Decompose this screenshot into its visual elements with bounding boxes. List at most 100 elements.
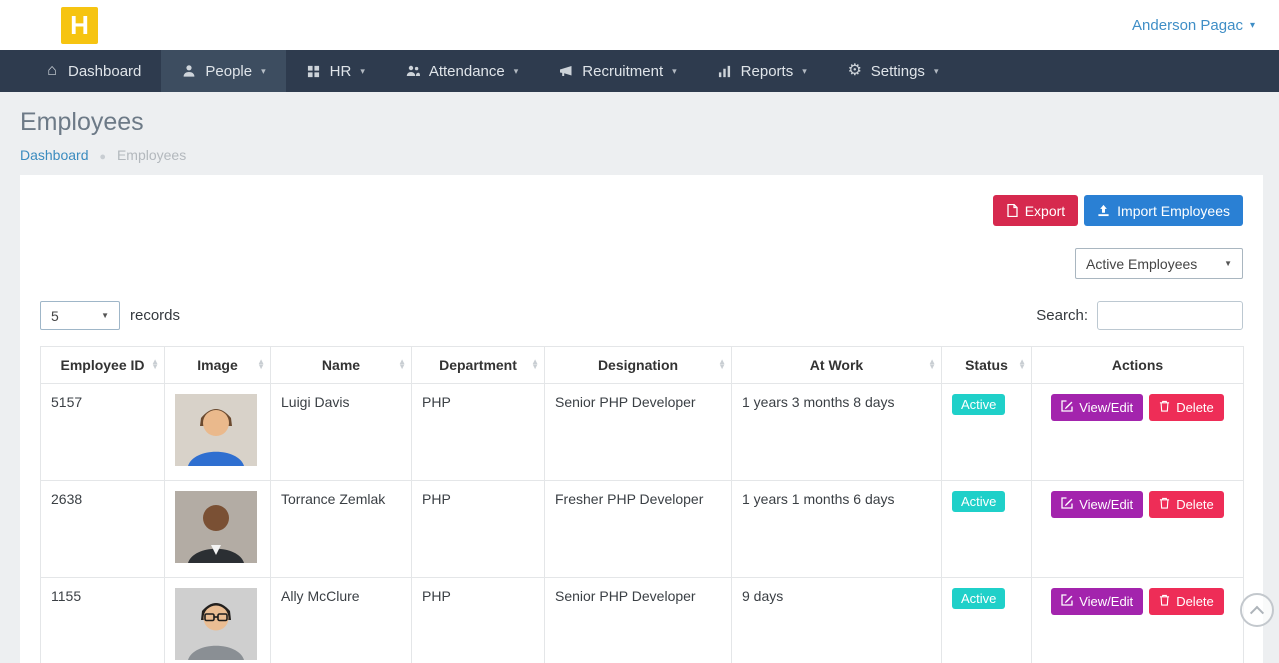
- breadcrumb-dashboard-link[interactable]: Dashboard: [20, 147, 89, 163]
- nav-item-recruitment[interactable]: Recruitment ▾: [538, 50, 696, 92]
- column-header-status[interactable]: Status▲▼: [942, 347, 1032, 384]
- breadcrumb-separator: ●: [99, 151, 106, 163]
- delete-button[interactable]: Delete: [1149, 491, 1224, 518]
- cell-actions: View/Edit Delete: [1032, 481, 1244, 578]
- select-caret-icon: ▼: [1224, 259, 1232, 268]
- page-size-value: 5: [51, 308, 59, 324]
- cell-status: Active: [942, 481, 1032, 578]
- delete-label: Delete: [1176, 497, 1214, 512]
- chevron-down-icon: ▾: [261, 66, 266, 77]
- view-edit-button[interactable]: View/Edit: [1051, 588, 1143, 615]
- chevron-down-icon: ▾: [360, 66, 365, 77]
- table-row: 5157 Luigi Davis PHP Senior PHP Develope…: [41, 384, 1244, 481]
- cell-department: PHP: [412, 384, 545, 481]
- search-input[interactable]: [1097, 301, 1243, 330]
- cell-name: Luigi Davis: [271, 384, 412, 481]
- nav-item-reports[interactable]: Reports ▾: [697, 50, 827, 92]
- column-label: Actions: [1112, 357, 1163, 373]
- cell-at-work: 1 years 1 months 6 days: [732, 481, 942, 578]
- cell-department: PHP: [412, 481, 545, 578]
- import-button-label: Import Employees: [1117, 203, 1230, 219]
- column-header-designation[interactable]: Designation▲▼: [545, 347, 732, 384]
- chevron-down-icon: ▾: [1250, 20, 1255, 31]
- cell-at-work: 9 days: [732, 578, 942, 663]
- user-menu[interactable]: Anderson Pagac ▾: [1132, 17, 1255, 34]
- nav-item-label: Attendance: [429, 63, 505, 80]
- cell-image: [165, 481, 271, 578]
- column-header-department[interactable]: Department▲▼: [412, 347, 545, 384]
- view-edit-button[interactable]: View/Edit: [1051, 491, 1143, 518]
- cell-designation: Fresher PHP Developer: [545, 481, 732, 578]
- nav-item-settings[interactable]: ⚙ Settings ▾: [827, 50, 959, 92]
- column-label: Image: [197, 357, 237, 373]
- nav-item-dashboard[interactable]: ⌂ Dashboard: [24, 50, 161, 92]
- view-edit-button[interactable]: View/Edit: [1051, 394, 1143, 421]
- column-header-at-work[interactable]: At Work ▲▼: [732, 347, 942, 384]
- breadcrumb: Dashboard ● Employees: [20, 147, 1259, 163]
- chevron-down-icon: ▾: [514, 66, 519, 77]
- cell-employee-id: 5157: [41, 384, 165, 481]
- app-logo[interactable]: H: [61, 7, 98, 44]
- cell-at-work: 1 years 3 months 8 days: [732, 384, 942, 481]
- cell-designation: Senior PHP Developer: [545, 578, 732, 663]
- table-controls: 5 ▼ records Search:: [40, 301, 1243, 330]
- edit-icon: [1061, 497, 1073, 512]
- card-toolbar: Export Import Employees: [40, 195, 1243, 226]
- column-label: Name: [322, 357, 360, 373]
- search-label: Search:: [1036, 307, 1088, 324]
- employee-photo[interactable]: [175, 491, 257, 563]
- megaphone-icon: [558, 64, 574, 78]
- column-label: At Work: [810, 357, 863, 373]
- export-button[interactable]: Export: [993, 195, 1078, 226]
- column-label: Department: [439, 357, 517, 373]
- sort-icon: ▲▼: [928, 360, 936, 370]
- delete-button[interactable]: Delete: [1149, 394, 1224, 421]
- chevron-down-icon: ▾: [672, 66, 677, 77]
- view-edit-label: View/Edit: [1079, 497, 1133, 512]
- cell-image: [165, 384, 271, 481]
- page-size-select[interactable]: 5 ▼: [40, 301, 120, 330]
- page-size-controls: 5 ▼ records: [40, 301, 180, 330]
- table-row: 2638 Torrance Zemlak PHP Fresher PHP Dev…: [41, 481, 1244, 578]
- upload-icon: [1097, 204, 1110, 217]
- nav-item-hr[interactable]: HR ▾: [286, 50, 385, 92]
- sort-icon: ▲▼: [398, 360, 406, 370]
- search-controls: Search:: [1036, 301, 1243, 330]
- cell-actions: View/Edit Delete: [1032, 384, 1244, 481]
- main-nav: ⌂ Dashboard People ▾ HR ▾ Attendance ▾ R…: [0, 50, 1279, 92]
- sort-icon: ▲▼: [257, 360, 265, 370]
- employee-filter-select[interactable]: Active Employees ▼: [1075, 248, 1243, 279]
- status-badge: Active: [952, 491, 1005, 512]
- delete-button[interactable]: Delete: [1149, 588, 1224, 615]
- status-badge: Active: [952, 588, 1005, 609]
- employees-card: Export Import Employees Active Employees…: [20, 175, 1263, 663]
- cell-actions: View/Edit Delete: [1032, 578, 1244, 663]
- column-header-image[interactable]: Image ▲▼: [165, 347, 271, 384]
- nav-item-people[interactable]: People ▾: [161, 50, 285, 92]
- user-name: Anderson Pagac: [1132, 17, 1243, 34]
- cell-designation: Senior PHP Developer: [545, 384, 732, 481]
- page-header: Employees Dashboard ● Employees: [0, 92, 1279, 163]
- employee-photo[interactable]: [175, 588, 257, 660]
- cell-status: Active: [942, 578, 1032, 663]
- grid-icon: [306, 65, 322, 78]
- cell-image: [165, 578, 271, 663]
- table-row: 1155 Ally McClure PHP Senior PHP Develop…: [41, 578, 1244, 663]
- cell-name: Torrance Zemlak: [271, 481, 412, 578]
- cell-department: PHP: [412, 578, 545, 663]
- column-label: Employee ID: [60, 357, 144, 373]
- employee-photo[interactable]: [175, 394, 257, 466]
- select-caret-icon: ▼: [101, 311, 109, 320]
- sort-icon: ▲▼: [1018, 360, 1026, 370]
- chevron-down-icon: ▾: [934, 66, 939, 77]
- nav-item-label: Dashboard: [68, 63, 141, 80]
- column-header-employee-id[interactable]: Employee ID▲▼: [41, 347, 165, 384]
- import-employees-button[interactable]: Import Employees: [1084, 195, 1243, 226]
- nav-item-attendance[interactable]: Attendance ▾: [385, 50, 538, 92]
- scroll-to-top-button[interactable]: [1240, 593, 1274, 627]
- breadcrumb-current: Employees: [117, 147, 186, 163]
- column-header-name[interactable]: Name ▲▼: [271, 347, 412, 384]
- employees-table: Employee ID▲▼ Image▲▼ Name▲▼ Department▲…: [40, 346, 1244, 663]
- file-export-icon: [1006, 204, 1018, 217]
- nav-item-label: Reports: [741, 63, 794, 80]
